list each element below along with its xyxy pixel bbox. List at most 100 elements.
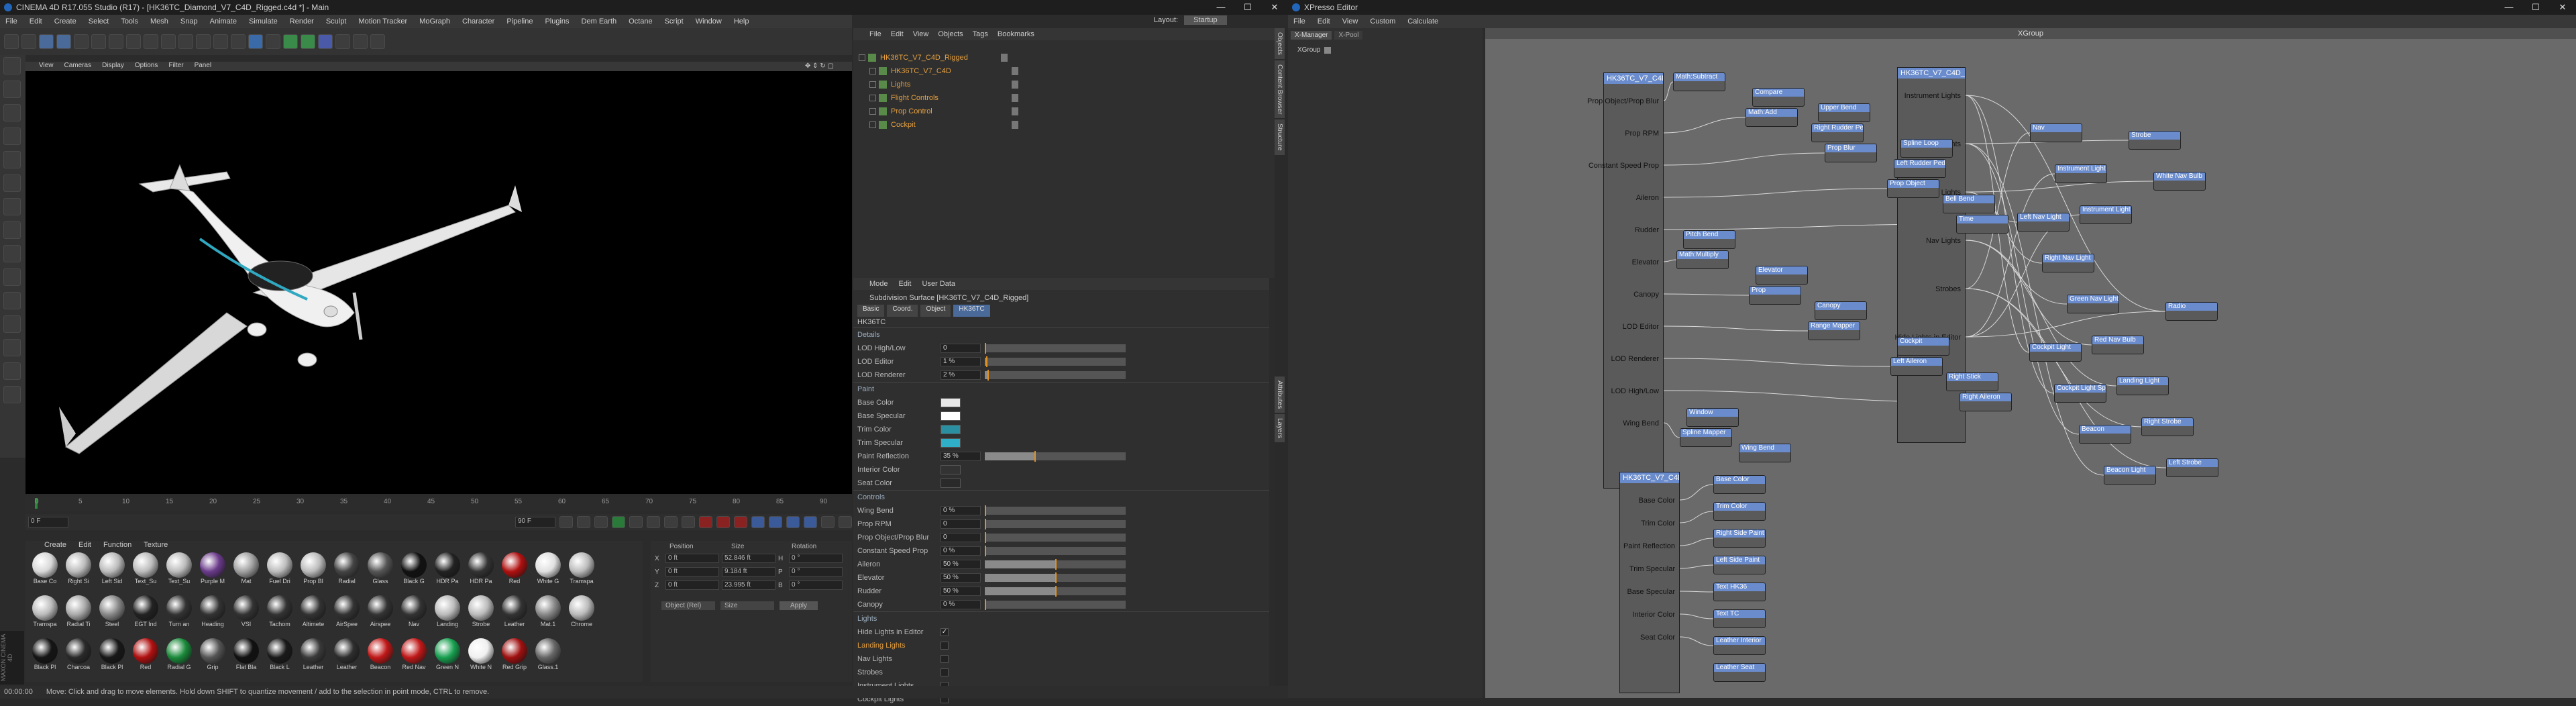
check-icon[interactable] [1021, 94, 1028, 102]
material-item[interactable]: Text_Su [164, 552, 195, 594]
array-icon[interactable] [301, 34, 315, 49]
attribute-value-field[interactable]: 2 % [941, 370, 981, 380]
material-item[interactable]: Glass [365, 552, 396, 594]
attribute-value-field[interactable]: 50 % [941, 587, 981, 596]
scale-tool-icon[interactable] [74, 34, 89, 49]
viewport-menu-panel[interactable]: Panel [195, 62, 212, 71]
attribute-slider[interactable] [985, 370, 1126, 381]
node-port-label[interactable]: Strobes [1935, 285, 1961, 293]
points-mode-icon[interactable] [3, 151, 21, 168]
render-view-icon[interactable] [196, 34, 211, 49]
tab-x-manager[interactable]: X-Manager [1291, 31, 1332, 40]
xpresso-node[interactable]: Red Nav Bulb [2092, 336, 2144, 354]
xpresso-node[interactable]: Right Strobe [2141, 417, 2194, 436]
attribute-slider-handle[interactable] [987, 370, 989, 381]
tab-layers[interactable]: Layers [1275, 414, 1285, 443]
check-icon[interactable] [1021, 121, 1028, 129]
menu-item-script[interactable]: Script [665, 17, 684, 26]
material-item[interactable]: Flat Bla [231, 638, 262, 680]
material-menu-create[interactable]: Create [44, 541, 66, 552]
render-picture-viewer-icon[interactable] [213, 34, 228, 49]
menu-item-window[interactable]: Window [696, 17, 722, 26]
menu-item-snap[interactable]: Snap [180, 17, 198, 26]
xpresso-menu-file[interactable]: File [1293, 17, 1305, 26]
object-menu-edit[interactable]: Edit [891, 30, 904, 38]
object-row[interactable]: Cockpit [853, 118, 1288, 132]
xpresso-node[interactable]: Left Side Paint [1713, 556, 1766, 574]
checkbox[interactable]: ✓ [941, 628, 949, 636]
attribute-menu-edit[interactable]: Edit [899, 280, 912, 288]
object-row[interactable]: HK36TC_V7_C4D_Rigged [853, 51, 1288, 64]
menu-item-edit[interactable]: Edit [30, 17, 42, 26]
expand-icon[interactable] [869, 81, 876, 88]
xpresso-node[interactable]: Strobe [2129, 131, 2181, 150]
viewport-menu-options[interactable]: Options [135, 62, 158, 71]
coord-rotation-field[interactable]: 0 ° [789, 581, 843, 590]
xpresso-node[interactable]: Right Stick [1946, 372, 1998, 391]
check-icon[interactable] [1021, 67, 1028, 75]
loop-icon[interactable] [682, 516, 695, 528]
polygons-mode-icon[interactable] [3, 198, 21, 215]
coord-rotation-field[interactable]: 0 ° [789, 554, 843, 563]
object-menu-file[interactable]: File [869, 30, 881, 38]
material-menu-texture[interactable]: Texture [144, 541, 168, 552]
attribute-slider-handle[interactable] [1034, 451, 1036, 462]
material-item[interactable]: Grip [197, 638, 228, 680]
material-item[interactable]: VSI [231, 595, 262, 637]
rotation-key-icon[interactable] [786, 516, 800, 528]
xpresso-node[interactable]: Beacon [2079, 425, 2131, 444]
xpresso-menu-edit[interactable]: Edit [1318, 17, 1330, 26]
object-name[interactable]: Lights [891, 81, 1005, 89]
material-item[interactable]: Turn an [164, 595, 195, 637]
attribute-slider[interactable] [985, 599, 1126, 610]
xpresso-node[interactable]: Left Nav Light [2017, 213, 2070, 232]
xpresso-node[interactable]: Bell Bend [1943, 195, 1995, 213]
attribute-menu-mode[interactable]: Mode [869, 280, 888, 288]
attribute-slider-handle[interactable] [985, 546, 986, 556]
xpresso-node[interactable]: Wing Bend [1739, 444, 1791, 462]
menu-item-character[interactable]: Character [462, 17, 494, 26]
tab-x-pool[interactable]: X-Pool [1334, 31, 1363, 40]
material-item[interactable]: White N [466, 638, 496, 680]
xpresso-node[interactable]: Left Rudder Pedal [1894, 159, 1946, 178]
goto-end-icon[interactable] [664, 516, 678, 528]
menu-item-animate[interactable]: Animate [210, 17, 237, 26]
autokey-icon[interactable] [716, 516, 730, 528]
end-frame-field[interactable]: 90 F [515, 517, 555, 527]
visibility-icon[interactable] [1012, 81, 1018, 89]
menu-item-render[interactable]: Render [290, 17, 314, 26]
xpresso-node[interactable]: Cockpit Light Sp [2054, 384, 2106, 403]
material-item[interactable]: Steel [97, 595, 127, 637]
expand-icon[interactable] [869, 95, 876, 101]
position-key-icon[interactable] [751, 516, 765, 528]
menu-item-mograph[interactable]: MoGraph [419, 17, 450, 26]
material-item[interactable]: Strobe [466, 595, 496, 637]
y-axis-icon[interactable] [144, 34, 158, 49]
color-swatch[interactable] [941, 411, 961, 421]
menu-item-file[interactable]: File [5, 17, 17, 26]
attribute-slider-handle[interactable] [985, 599, 986, 610]
material-menu-edit[interactable]: Edit [78, 541, 91, 552]
maximize-icon[interactable]: ☐ [1234, 0, 1261, 15]
xpresso-node[interactable]: Prop Blur [1825, 144, 1877, 162]
attribute-slider-handle[interactable] [1055, 559, 1057, 570]
attribute-value-field[interactable]: 0 [941, 344, 981, 353]
checkbox[interactable] [941, 655, 949, 663]
material-item[interactable]: Leather [298, 638, 329, 680]
node-port-label[interactable]: Trim Color [1641, 519, 1675, 527]
color-swatch[interactable] [941, 465, 961, 474]
xpresso-node[interactable]: Math:Subtract [1673, 72, 1725, 91]
material-item[interactable]: Red [499, 552, 530, 594]
layout-value[interactable]: Startup [1184, 15, 1227, 25]
layout-icon[interactable] [3, 386, 21, 403]
node-port-label[interactable]: Constant Speed Prop [1589, 162, 1659, 170]
material-item[interactable]: Text_Su [130, 552, 161, 594]
param-key-icon[interactable] [804, 516, 817, 528]
object-menu-objects[interactable]: Objects [938, 30, 963, 38]
menu-item-motion-tracker[interactable]: Motion Tracker [358, 17, 407, 26]
close-icon[interactable]: ✕ [1261, 0, 1288, 15]
attribute-slider[interactable] [985, 451, 1126, 462]
xpresso-node[interactable]: Math:Add [1746, 108, 1798, 127]
texture-mode-icon[interactable] [3, 104, 21, 121]
xpresso-node[interactable]: Left Strobe [2166, 458, 2218, 477]
